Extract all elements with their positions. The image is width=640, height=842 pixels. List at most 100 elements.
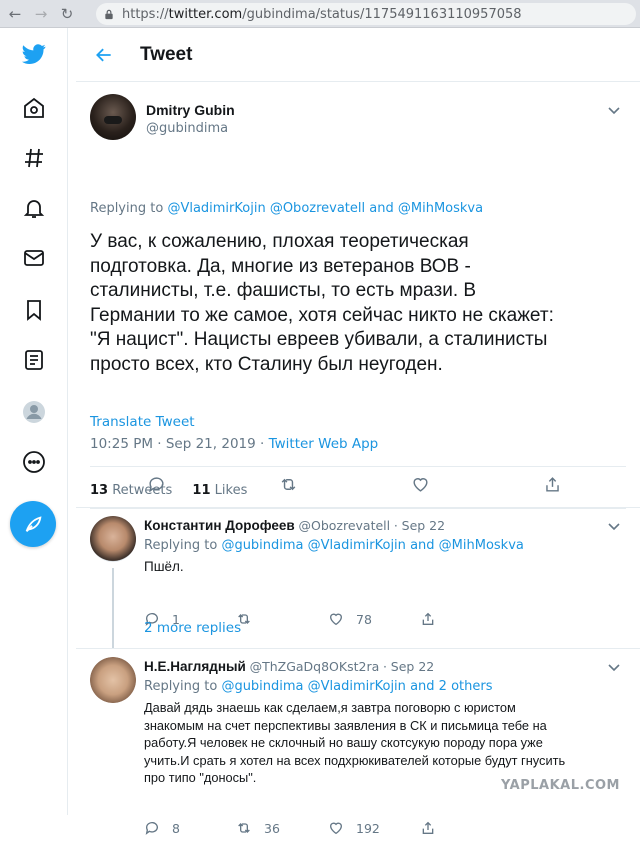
lock-icon [104,9,114,20]
like-count: 192 [356,821,380,836]
tweet-text: У вас, к сожалению, плохая теоретическая… [90,230,635,377]
page-title: Tweet [140,44,192,66]
chevron-down-icon[interactable] [606,518,622,534]
replying-and: and [410,679,434,694]
retweet-icon [236,820,252,836]
tweet-text-line: подготовка. Да, многие из ветеранов ВОВ … [90,255,635,280]
twitter-bird-icon[interactable] [14,34,54,74]
heart-icon [328,820,344,836]
reply-icon [147,475,166,494]
translate-tweet-link[interactable]: Translate Tweet [90,414,195,430]
watermark: YAPLAKAL.COM [501,778,620,793]
replying-and: and [410,538,434,553]
author-name[interactable]: Dmitry Gubin [146,102,235,118]
lists-icon[interactable] [14,340,54,380]
reply-author-name[interactable]: Константин Дорофеев [144,518,295,533]
more-options-icon[interactable] [14,442,54,482]
url-path: /gubindima/status/1175491163110957058 [242,7,521,22]
reply-header: Н.Е.Наглядный @ThZGaDq8OKst2ra · Sep 22 [144,659,434,674]
share-button[interactable] [420,820,448,836]
chevron-down-icon[interactable] [606,659,622,675]
retweet-count: 36 [264,821,280,836]
like-button[interactable] [402,466,438,502]
thread-line [112,568,114,648]
tweet-timestamp: 10:25 PM · Sep 21, 2019 · Twitter Web Ap… [90,436,378,452]
url-scheme: https:// [122,7,169,22]
mention-link[interactable]: @gubindima @VladimirKojin [221,679,405,694]
heart-icon [411,475,430,494]
reply-text-line: Давай дядь знаешь как сделаем,я завтра п… [144,699,624,717]
feather-icon [22,513,44,535]
compose-tweet-button[interactable] [10,501,56,547]
replying-prefix: Replying to [144,538,217,553]
tweet-source[interactable]: Twitter Web App [269,436,379,452]
tweet-text-line: У вас, к сожалению, плохая теоретическая [90,230,635,255]
profile-avatar-icon[interactable] [14,392,54,432]
reply-text-line: знакомым на счет перспективы заявления в… [144,717,624,735]
chevron-down-icon[interactable] [606,102,622,118]
retweet-button[interactable] [270,466,306,502]
reply-text: Пшёл. [144,558,624,576]
reply-avatar[interactable] [90,516,136,562]
reply-author-name[interactable]: Н.Е.Наглядный [144,659,246,674]
share-button[interactable] [534,466,570,502]
more-replies-link[interactable]: 2 more replies [144,620,241,636]
mention-link[interactable]: @MihMoskva [439,538,524,553]
hashtag-explore-icon[interactable] [14,138,54,178]
like-button[interactable]: 78 [328,611,372,627]
reply-replying-to: Replying to @gubindima @VladimirKojin an… [144,679,492,694]
mention-link[interactable]: 2 others [439,679,493,694]
reload-icon[interactable]: ↻ [54,1,80,27]
reply-count: 8 [172,821,180,836]
forward-arrow-icon[interactable]: → [28,1,54,27]
share-icon [420,611,436,627]
author-handle[interactable]: @gubindima [146,121,228,136]
reply-header: Константин Дорофеев @Obozrevatell · Sep … [144,518,445,533]
back-button[interactable] [82,33,126,77]
tweet-text-line: просто всех, кто Сталину был неугоден. [90,353,635,378]
share-icon [543,475,562,494]
tweet-time[interactable]: 10:25 PM · Sep 21, 2019 · [90,436,269,452]
share-button[interactable] [420,611,448,627]
replying-prefix: Replying to [90,201,163,216]
reply-avatar[interactable] [90,657,136,703]
tweet-text-line: "Я нацист". Нацисты евреев убивали, а ст… [90,328,635,353]
reply-text: Давай дядь знаешь как сделаем,я завтра п… [144,699,624,787]
main-column: Tweet Dmitry Gubin @gubindima Replying t… [76,28,640,815]
bookmark-icon[interactable] [14,290,54,330]
reply-author-handle[interactable]: @ThZGaDq8OKst2ra [250,659,380,674]
sidebar-nav [0,28,68,815]
tweet-text-line: Германии то же самое, хотя сейчас никто … [90,304,635,329]
replying-and: and [369,201,393,216]
mention-link[interactable]: @gubindima @VladimirKojin [221,538,405,553]
dot-separator: · [394,518,398,533]
reply-icon [144,820,160,836]
reply-date[interactable]: Sep 22 [402,518,445,533]
replying-to: Replying to @VladimirKojin @Obozrevatell… [90,201,483,216]
notifications-bell-icon[interactable] [14,188,54,228]
reply-button[interactable] [138,466,174,502]
reply-replying-to: Replying to @gubindima @VladimirKojin an… [144,538,524,553]
reply-author-handle[interactable]: @Obozrevatell [298,518,390,533]
retweet-button[interactable]: 36 [236,820,280,836]
reply-text-line: учить.И срать я хотел на всех подхрюкива… [144,752,624,770]
address-bar[interactable]: https://twitter.com/gubindima/status/117… [96,3,636,25]
home-icon[interactable] [14,88,54,128]
mention-link[interactable]: @VladimirKojin [167,201,265,216]
messages-envelope-icon[interactable] [14,238,54,278]
tweet-text-line: сталинисты, т.е. фашисты, то есть мрази.… [90,279,635,304]
reply-date[interactable]: Sep 22 [391,659,434,674]
author-avatar[interactable] [90,94,136,140]
reply-actions: 8 36 192 [144,820,614,842]
mention-link[interactable]: @Obozrevatell [270,201,365,216]
like-count: 78 [356,612,372,627]
like-button[interactable]: 192 [328,820,380,836]
dot-separator: · [383,659,387,674]
reply-button[interactable]: 8 [144,820,180,836]
back-arrow-icon [94,45,114,65]
back-arrow-icon[interactable]: ← [2,1,28,27]
browser-toolbar: ← → ↻ https://twitter.com/gubindima/stat… [0,0,640,28]
reply-text-line: работу.Я человек не склочный но вашу ско… [144,734,624,752]
mention-link[interactable]: @MihMoskva [398,201,483,216]
retweet-icon [279,475,298,494]
